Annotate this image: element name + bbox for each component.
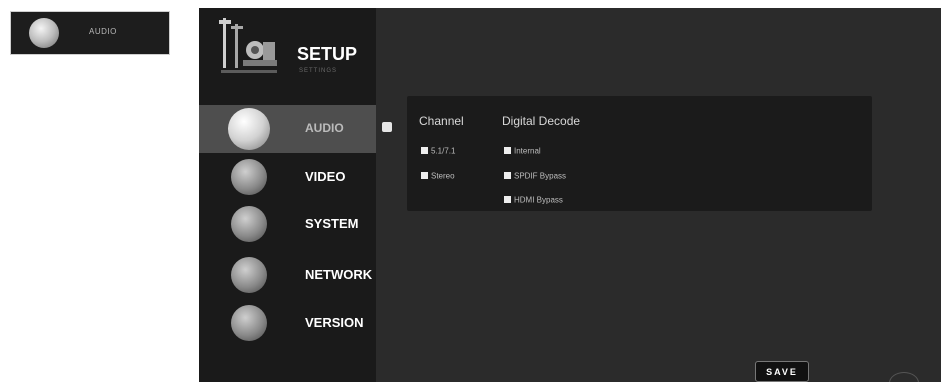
sidebar-item-audio[interactable]: AUDIO — [199, 105, 376, 153]
checkbox-icon — [504, 196, 511, 204]
disc-icon — [29, 18, 59, 48]
sidebar-item-system[interactable]: SYSTEM — [199, 200, 376, 248]
sidebar-item-video[interactable]: VIDEO — [199, 153, 376, 201]
digital-decode-header: Digital Decode — [502, 114, 581, 128]
decode-option-internal[interactable]: Internal — [504, 146, 541, 155]
channel-header: Channel — [419, 114, 464, 128]
version-disc-icon — [231, 305, 267, 341]
checkbox-icon — [504, 172, 511, 180]
sidebar-item-network[interactable]: NETWORK — [199, 251, 376, 299]
sidebar-item-label: NETWORK — [305, 267, 373, 282]
save-button[interactable]: SAVE — [755, 361, 809, 382]
sidebar-item-version[interactable]: VERSION — [199, 299, 376, 347]
thumbnail-label: AUDIO — [89, 27, 117, 36]
sidebar: SETUP SETTINGS AUDIO VIDEO SYSTEM NETWOR… — [199, 8, 376, 382]
video-disc-icon — [231, 159, 267, 195]
network-disc-icon — [231, 257, 267, 293]
page-subtitle: SETTINGS — [299, 68, 338, 74]
audio-settings-panel: Channel Digital Decode 5.1/7.1 Stereo In… — [407, 96, 872, 211]
decode-option-spdif-bypass[interactable]: SPDIF Bypass — [504, 171, 566, 180]
audio-thumbnail: AUDIO — [10, 11, 170, 55]
page-title: SETUP — [297, 44, 358, 64]
channel-option-5-1-7-1[interactable]: 5.1/7.1 — [421, 146, 455, 155]
setup-screen: SETUP SETTINGS AUDIO VIDEO SYSTEM NETWOR… — [199, 8, 941, 382]
sidebar-item-label: VIDEO — [305, 169, 346, 184]
decode-option-hdmi-bypass[interactable]: HDMI Bypass — [504, 195, 563, 204]
audio-disc-icon — [228, 108, 270, 150]
sidebar-item-label: SYSTEM — [305, 216, 359, 231]
checkbox-icon — [504, 147, 511, 155]
system-disc-icon — [231, 206, 267, 242]
tools-icon — [219, 18, 277, 73]
setup-header: SETUP SETTINGS — [199, 8, 376, 94]
channel-option-stereo[interactable]: Stereo — [421, 171, 455, 180]
checkbox-icon — [421, 147, 428, 155]
sidebar-item-label: VERSION — [305, 315, 364, 330]
checkbox-icon — [421, 172, 428, 180]
sidebar-item-label: AUDIO — [305, 121, 344, 135]
corner-decoration — [889, 372, 919, 382]
submenu-arrow-icon — [382, 122, 392, 132]
